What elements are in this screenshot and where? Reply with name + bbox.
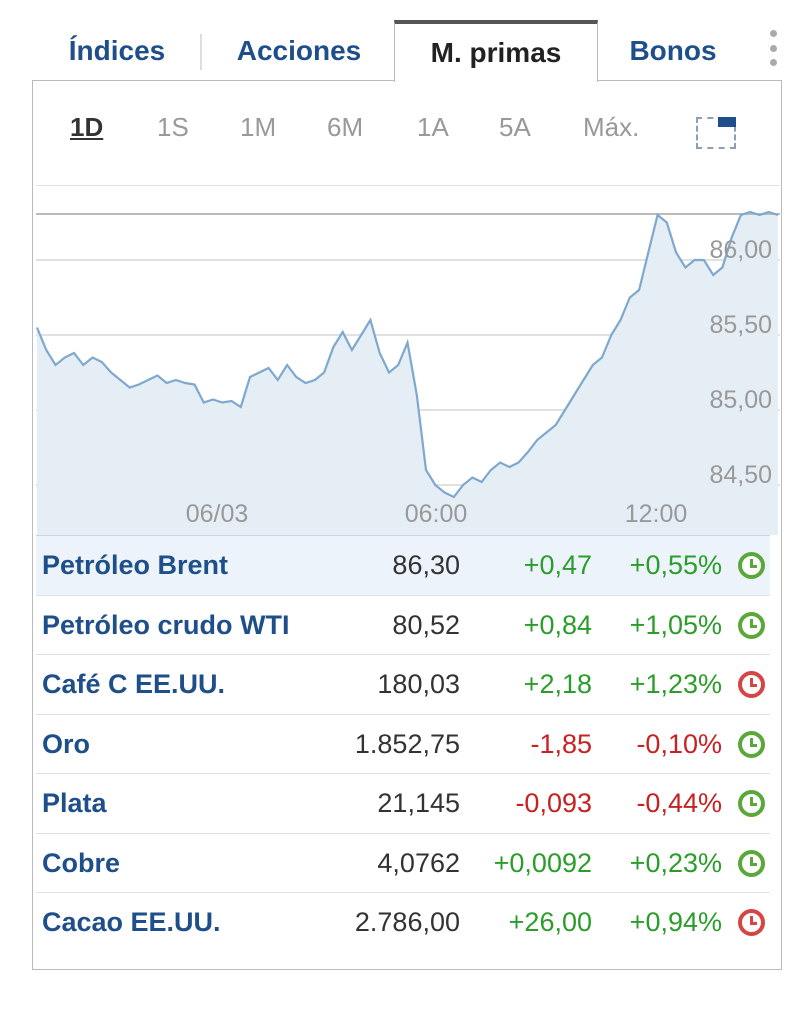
- instrument-change-pct: +0,23%: [629, 847, 722, 878]
- range-max-button[interactable]: Máx.: [583, 112, 639, 143]
- table-row[interactable]: Petróleo crudo WTI 80,52 +0,84 +1,05%: [36, 594, 770, 655]
- range-5a-button[interactable]: 5A: [499, 112, 531, 143]
- instrument-change: +0,0092: [493, 847, 592, 878]
- y-tick-label: 86,00: [709, 236, 772, 264]
- y-tick-label: 84,50: [709, 461, 772, 489]
- market-open-clock-icon: [737, 611, 765, 639]
- y-tick-label: 85,50: [709, 311, 772, 339]
- table-row[interactable]: Cacao EE.UU. 2.786,00 +26,00 +0,94%: [36, 892, 770, 952]
- instrument-change-pct: +0,94%: [629, 907, 722, 937]
- market-open-clock-icon: [737, 730, 765, 758]
- instrument-price: 80,52: [392, 609, 460, 640]
- x-tick-label: 12:00: [625, 500, 688, 528]
- range-1d-button[interactable]: 1D: [70, 112, 103, 143]
- expand-chart-icon[interactable]: [696, 117, 736, 149]
- tab-divider: [200, 34, 202, 70]
- category-tabs: Índices Acciones M. primas Bonos: [32, 20, 782, 82]
- table-row[interactable]: Oro 1.852,75 -1,85 -0,10%: [36, 713, 770, 774]
- instrument-change-pct: -0,44%: [636, 788, 722, 818]
- instrument-change-pct: +1,05%: [629, 609, 722, 640]
- instrument-change: +0,84: [523, 609, 592, 640]
- price-chart: 84,50 85,00 85,50 86,00 06/03 06:00 12:00: [36, 185, 780, 535]
- time-range-selector: 1D 1S 1M 6M 1A 5A Máx.: [36, 112, 756, 152]
- instrument-price: 4,0762: [377, 847, 460, 878]
- instrument-change: +0,47: [523, 550, 592, 580]
- instrument-name[interactable]: Plata: [42, 774, 107, 833]
- market-open-clock-icon: [737, 849, 765, 877]
- market-open-clock-icon: [737, 790, 765, 817]
- instrument-change-pct: -0,10%: [636, 728, 722, 759]
- x-tick-label: 06:00: [405, 500, 468, 528]
- more-options-icon[interactable]: [768, 30, 778, 66]
- instrument-change: +26,00: [508, 907, 592, 937]
- market-open-clock-icon: [737, 552, 765, 579]
- range-1s-button[interactable]: 1S: [157, 112, 189, 143]
- table-row[interactable]: Plata 21,145 -0,093 -0,44%: [36, 773, 770, 833]
- x-tick-label: 06/03: [186, 500, 249, 528]
- range-1m-button[interactable]: 1M: [240, 112, 276, 143]
- tab-bonos[interactable]: Bonos: [608, 20, 738, 81]
- chart-svg: 84,50 85,00 85,50 86,00 06/03 06:00 12:00: [36, 185, 780, 535]
- range-6m-button[interactable]: 6M: [327, 112, 363, 143]
- instrument-change: -0,093: [515, 788, 592, 818]
- y-tick-label: 85,00: [709, 386, 772, 414]
- table-row[interactable]: Cobre 4,0762 +0,0092 +0,23%: [36, 832, 770, 893]
- instrument-price: 2.786,00: [354, 907, 460, 937]
- instrument-change-pct: +1,23%: [629, 669, 722, 699]
- instrument-price: 86,30: [392, 550, 460, 580]
- instrument-price: 21,145: [377, 788, 460, 818]
- instrument-change: +2,18: [523, 669, 592, 699]
- instrument-name[interactable]: Oro: [42, 715, 90, 774]
- market-closed-clock-icon: [737, 671, 765, 698]
- market-closed-clock-icon: [737, 909, 765, 936]
- tab-indices[interactable]: Índices: [32, 20, 202, 81]
- instrument-name[interactable]: Petróleo crudo WTI: [42, 596, 290, 655]
- instrument-name[interactable]: Café C EE.UU.: [42, 655, 225, 714]
- instrument-change-pct: +0,55%: [629, 550, 722, 580]
- table-row[interactable]: Petróleo Brent 86,30 +0,47 +0,55%: [36, 535, 770, 595]
- range-1a-button[interactable]: 1A: [417, 112, 449, 143]
- instrument-price: 180,03: [377, 669, 460, 699]
- instrument-name[interactable]: Petróleo Brent: [42, 536, 228, 595]
- commodities-table: Petróleo Brent 86,30 +0,47 +0,55% Petról…: [36, 535, 770, 952]
- instrument-name[interactable]: Cacao EE.UU.: [42, 893, 221, 952]
- tab-materias-primas[interactable]: M. primas: [394, 20, 598, 82]
- instrument-change: -1,85: [530, 728, 592, 759]
- table-row[interactable]: Café C EE.UU. 180,03 +2,18 +1,23%: [36, 654, 770, 714]
- instrument-price: 1.852,75: [354, 728, 460, 759]
- instrument-name[interactable]: Cobre: [42, 834, 120, 893]
- tab-acciones[interactable]: Acciones: [218, 20, 380, 81]
